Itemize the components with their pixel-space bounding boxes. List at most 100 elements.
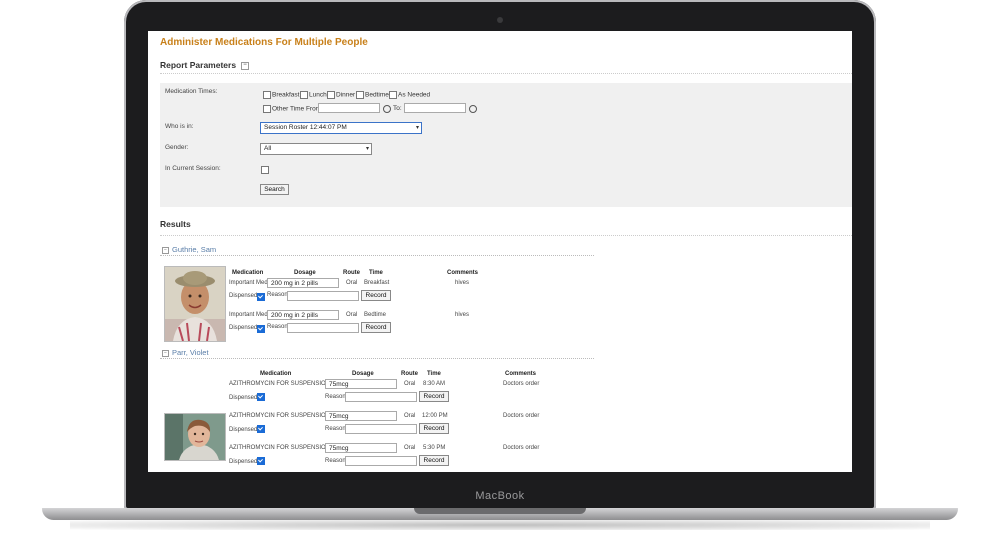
clock-icon[interactable]	[383, 105, 391, 113]
device-brand: MacBook	[475, 490, 525, 502]
dispensed-checkbox[interactable]	[257, 393, 265, 401]
reason-label: Reason:	[267, 292, 290, 298]
divider	[160, 235, 852, 236]
col-route: Route	[401, 371, 418, 377]
dosage-input[interactable]: 75mcg	[325, 379, 397, 389]
dispensed-checkbox[interactable]	[257, 425, 265, 433]
checkbox-lunch[interactable]: Lunch	[300, 91, 327, 99]
record-button[interactable]: Record	[361, 290, 391, 301]
reason-label: Reason:	[325, 458, 348, 464]
med-name: Important Med	[229, 312, 268, 318]
report-parameters-title: Report Parameters	[160, 60, 237, 70]
time-value: Bedtime	[364, 312, 387, 318]
dispensed-checkbox[interactable]	[257, 325, 265, 333]
checkbox-other-time[interactable]: Other Time From:	[263, 105, 323, 113]
reason-input[interactable]	[287, 291, 359, 301]
collapse-icon[interactable]: −	[162, 349, 169, 357]
search-button[interactable]: Search	[260, 184, 289, 195]
app-screen: Administer Medications For Multiple Peop…	[148, 31, 852, 472]
col-comments: Comments	[505, 371, 537, 377]
checkbox[interactable]	[261, 166, 269, 174]
reason-input[interactable]	[345, 424, 417, 434]
divider	[160, 255, 594, 256]
record-button[interactable]: Record	[419, 423, 449, 434]
report-parameters-header[interactable]: Report Parameters −	[160, 60, 250, 70]
who-is-in-select[interactable]: Session Roster 12:44:07 PM ▾	[260, 122, 422, 134]
dosage-input[interactable]: 200 mg in 2 pills	[267, 278, 339, 288]
checkbox-dinner[interactable]: Dinner	[327, 91, 355, 99]
person-toggle-parr[interactable]: − Parr, Violet	[162, 348, 209, 357]
divider	[160, 73, 852, 74]
record-button[interactable]: Record	[419, 391, 449, 402]
med-name: AZITHROMYCIN FOR SUSPENSION	[229, 445, 331, 451]
route-value: Oral	[346, 312, 358, 318]
time-value: Breakfast	[364, 280, 390, 286]
checkbox-bedtime[interactable]: Bedtime	[356, 91, 389, 99]
checkbox-as-needed[interactable]: As Needed	[389, 91, 430, 99]
col-dosage: Dosage	[294, 270, 316, 276]
reason-label: Reason:	[325, 394, 348, 400]
comments-value: hives	[455, 280, 470, 286]
reason-input[interactable]	[345, 456, 417, 466]
parameters-panel: Medication Times: Breakfast Lunch Dinner…	[160, 83, 852, 207]
record-button[interactable]: Record	[419, 455, 449, 466]
chevron-down-icon: ▾	[365, 146, 369, 152]
gender-label: Gender:	[165, 144, 189, 151]
checkbox[interactable]	[300, 91, 308, 99]
record-button[interactable]: Record	[361, 322, 391, 333]
med-name: Important Med	[229, 280, 268, 286]
results-title: Results	[160, 219, 191, 229]
reason-label: Reason:	[267, 324, 290, 330]
in-current-session-label: In Current Session:	[165, 165, 221, 172]
comments-value: Doctors order	[503, 413, 540, 419]
avatar-parr	[164, 413, 226, 461]
to-label: To:	[393, 105, 402, 112]
med-name: AZITHROMYCIN FOR SUSPENSION	[229, 413, 331, 419]
comments-value: hives	[455, 312, 470, 318]
time-value: 8:30 AM	[423, 381, 446, 387]
dosage-input[interactable]: 75mcg	[325, 443, 397, 453]
time-value: 5:30 PM	[423, 445, 446, 451]
route-value: Oral	[404, 381, 416, 387]
collapse-icon[interactable]: −	[162, 246, 169, 254]
dispensed-label: Dispensed	[229, 459, 258, 465]
col-time: Time	[427, 371, 441, 377]
checkbox[interactable]	[263, 91, 271, 99]
checkbox[interactable]	[389, 91, 397, 99]
dispensed-checkbox[interactable]	[257, 293, 265, 301]
dispensed-label: Dispensed	[229, 427, 258, 433]
checkbox-breakfast[interactable]: Breakfast	[263, 91, 299, 99]
in-current-session-checkbox[interactable]	[261, 166, 270, 174]
route-value: Oral	[404, 413, 416, 419]
checkbox[interactable]	[263, 105, 271, 113]
dispensed-label: Dispensed	[229, 325, 258, 331]
col-route: Route	[343, 270, 360, 276]
dosage-input[interactable]: 200 mg in 2 pills	[267, 310, 339, 320]
comments-value: Doctors order	[503, 445, 540, 451]
checkbox[interactable]	[327, 91, 335, 99]
laptop-notch	[414, 508, 586, 514]
reason-input[interactable]	[287, 323, 359, 333]
med-name: AZITHROMYCIN FOR SUSPENSION	[229, 381, 331, 387]
checkbox[interactable]	[356, 91, 364, 99]
clock-icon[interactable]	[469, 105, 477, 113]
dispensed-label: Dispensed	[229, 395, 258, 401]
person-toggle-guthrie[interactable]: − Guthrie, Sam	[162, 245, 216, 254]
camera-icon	[497, 17, 503, 23]
col-dosage: Dosage	[352, 371, 374, 377]
divider	[160, 358, 594, 359]
route-value: Oral	[346, 280, 358, 286]
route-value: Oral	[404, 445, 416, 451]
collapse-icon[interactable]: −	[241, 61, 250, 70]
laptop-shadow	[70, 520, 930, 530]
reason-input[interactable]	[345, 392, 417, 402]
dispensed-label: Dispensed	[229, 293, 258, 299]
other-time-from-input[interactable]	[318, 103, 380, 113]
dosage-input[interactable]: 75mcg	[325, 411, 397, 421]
dispensed-checkbox[interactable]	[257, 457, 265, 465]
other-time-to-input[interactable]	[404, 103, 466, 113]
page-title: Administer Medications For Multiple Peop…	[160, 37, 368, 48]
avatar-guthrie	[164, 266, 226, 342]
gender-select[interactable]: All ▾	[260, 143, 372, 155]
col-medication: Medication	[232, 270, 264, 276]
